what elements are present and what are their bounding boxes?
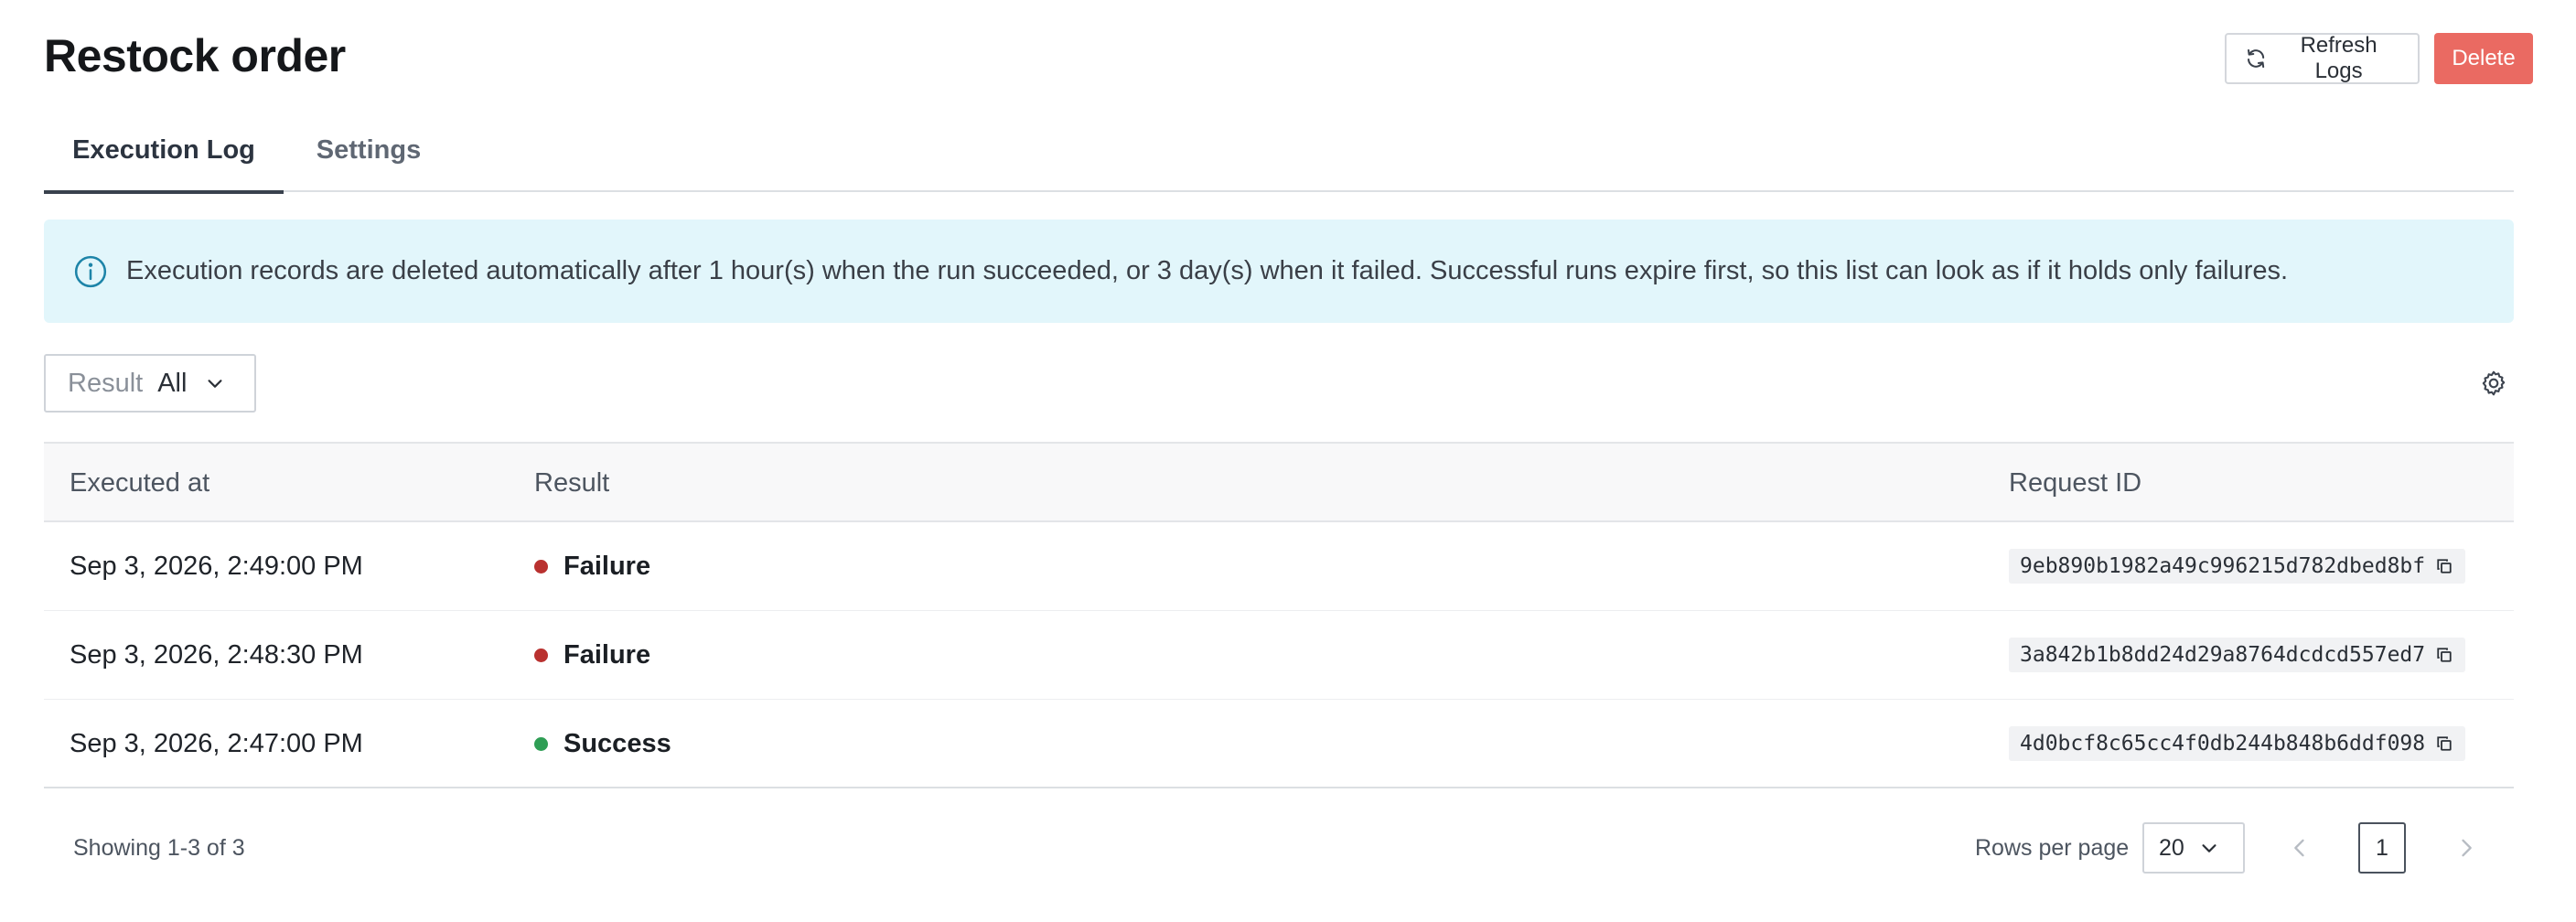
executed-at-cell: Sep 3, 2026, 2:49:00 PM [70,551,363,581]
refresh-icon [2248,48,2265,69]
page: Restock order Refresh Logs Delete Execut… [0,0,2576,922]
refresh-logs-label: Refresh Logs [2300,33,2377,83]
chevron-down-icon [2202,844,2216,852]
column-header-executed-at[interactable]: Executed at [70,444,209,522]
copy-icon[interactable] [2436,647,2453,663]
request-id-cell: 4d0bcf8c65cc4f0db244b848b6ddf098 [2009,700,2466,788]
table-row[interactable]: Sep 3, 2026, 2:47:00 PM Success 4d0bcf8c… [44,700,2514,788]
rows-per-page-value: 20 [2159,834,2184,861]
column-header-request-id[interactable]: Request ID [2009,444,2141,522]
result-cell: Success [534,700,671,788]
table-row[interactable]: Sep 3, 2026, 2:48:30 PM Failure 3a842b1b… [44,611,2514,700]
request-id-chip: 3a842b1b8dd24d29a8764dcdcd557ed7 [2009,638,2466,672]
status-dot [534,559,548,574]
tab-bar: Execution Log Settings [44,135,2514,194]
delete-button[interactable]: Delete [2434,33,2533,84]
table-header: Executed at Result Request ID [44,442,2514,522]
column-header-result[interactable]: Result [534,444,609,522]
request-id-value: 3a842b1b8dd24d29a8764dcdcd557ed7 [2020,643,2426,667]
page-button-current[interactable]: 1 [2358,822,2406,874]
gear-icon[interactable] [2479,369,2508,398]
request-id-cell: 9eb890b1982a49c996215d782dbed8bf [2009,522,2466,610]
result-label: Success [564,728,671,758]
execution-log-table: Executed at Result Request ID Sep 3, 202… [44,442,2514,788]
request-id-chip: 9eb890b1982a49c996215d782dbed8bf [2009,549,2466,584]
page-title: Restock order [44,30,346,81]
rows-per-page-select[interactable]: 20 [2142,822,2245,874]
table-row[interactable]: Sep 3, 2026, 2:49:00 PM Failure 9eb890b1… [44,522,2514,611]
rows-per-page-label: Rows per page [1975,834,2130,861]
chevron-left-icon[interactable] [2287,835,2313,861]
status-dot [534,648,548,662]
pagination-footer: Showing 1-3 of 3 Rows per page 20 1 [44,819,2514,877]
executed-at-cell: Sep 3, 2026, 2:47:00 PM [70,728,363,758]
info-icon [74,255,107,287]
tab-label: Execution Log [72,135,255,165]
showing-count: Showing 1-3 of 3 [73,834,245,861]
refresh-logs-button[interactable]: Refresh Logs [2225,33,2420,84]
status-dot [534,736,548,751]
result-label: Failure [564,639,651,670]
tab-execution-log[interactable]: Execution Log [44,135,284,194]
chevron-right-icon[interactable] [2453,835,2479,861]
request-id-value: 4d0bcf8c65cc4f0db244b848b6ddf098 [2020,732,2426,756]
result-label: Failure [564,551,651,581]
request-id-cell: 3a842b1b8dd24d29a8764dcdcd557ed7 [2009,611,2466,699]
result-cell: Failure [534,522,650,610]
header-actions: Refresh Logs Delete [2225,33,2533,84]
chevron-down-icon [208,380,222,388]
filter-value: All [157,368,188,398]
result-cell: Failure [534,611,650,699]
executed-at-cell: Sep 3, 2026, 2:48:30 PM [70,639,363,670]
banner-text: Execution records are deleted automatica… [126,256,2289,285]
request-id-value: 9eb890b1982a49c996215d782dbed8bf [2020,554,2426,578]
filter-label: Result [68,368,144,398]
tab-settings[interactable]: Settings [309,135,428,190]
request-id-chip: 4d0bcf8c65cc4f0db244b848b6ddf098 [2009,726,2466,761]
result-filter-select[interactable]: Result All [44,354,256,413]
copy-icon[interactable] [2436,735,2453,752]
tab-label: Settings [316,135,422,165]
retention-info-banner: Execution records are deleted automatica… [44,220,2514,323]
copy-icon[interactable] [2436,558,2453,574]
